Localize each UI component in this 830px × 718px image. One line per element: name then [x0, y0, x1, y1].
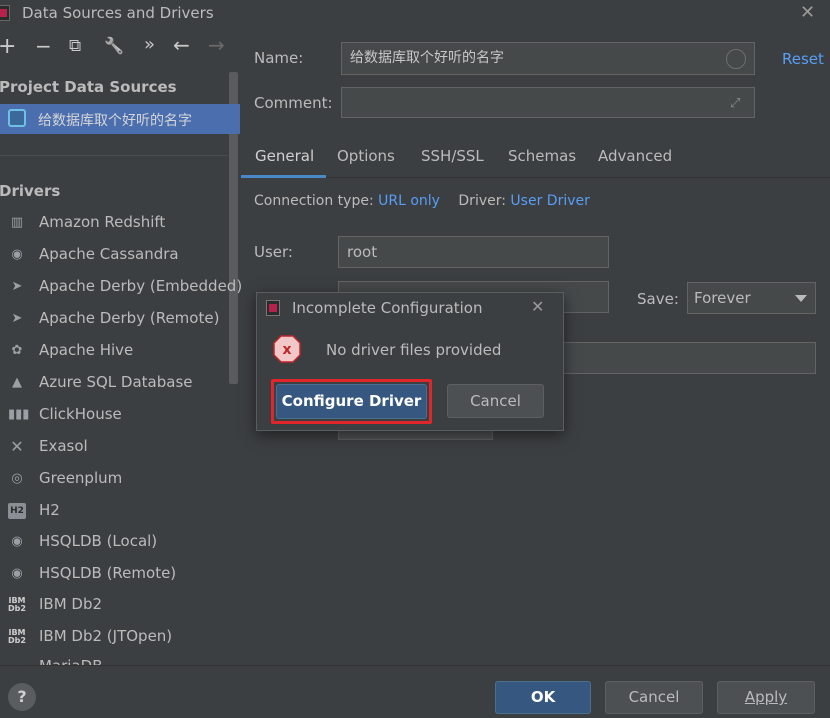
- name-label: Name:: [254, 49, 304, 67]
- driver-label: Apache Derby (Remote): [39, 309, 220, 327]
- driver-label: HSQLDB (Remote): [39, 564, 177, 582]
- driver-item[interactable]: ➤ Apache Derby (Remote): [0, 304, 240, 334]
- driver-item[interactable]: ✕ Exasol: [0, 432, 240, 462]
- driver-item[interactable]: IBM Db2 IBM Db2: [0, 590, 240, 620]
- project-data-source-label: 给数据库取个好听的名字: [38, 113, 192, 129]
- forward-arrow-icon[interactable]: →: [208, 33, 225, 57]
- ok-button[interactable]: OK: [495, 681, 591, 714]
- tab-ssh-ssl[interactable]: SSH/SSL: [421, 147, 484, 165]
- window-title: Data Sources and Drivers: [22, 4, 214, 22]
- driver-item[interactable]: ◉ Apache Cassandra: [0, 240, 240, 270]
- save-label: Save:: [637, 290, 679, 308]
- copy-icon[interactable]: ⧉: [69, 36, 81, 56]
- dialog-cancel-button[interactable]: Cancel: [447, 384, 544, 418]
- apply-button[interactable]: Apply: [717, 681, 815, 714]
- redshift-icon: ▥: [10, 215, 24, 230]
- driver-item[interactable]: ▮▮▮ ClickHouse: [0, 400, 240, 430]
- expand-icon[interactable]: ⤢: [730, 96, 740, 111]
- azure-icon: ▲: [12, 375, 22, 390]
- close-icon[interactable]: ✕: [531, 297, 544, 316]
- chevron-down-icon: [795, 295, 807, 302]
- derby-icon: ➤: [11, 279, 23, 294]
- hsqldb-icon: ◉: [11, 566, 23, 581]
- cassandra-icon: ◉: [11, 247, 23, 262]
- driver-item[interactable]: ◉ HSQLDB (Remote): [0, 559, 240, 589]
- db2-icon-text: Db2: [8, 636, 26, 645]
- driver-label: Azure SQL Database: [39, 373, 193, 391]
- close-window-icon[interactable]: ✕: [800, 2, 815, 23]
- driver-item[interactable]: H2 H2: [0, 496, 240, 526]
- driver-item[interactable]: ~MariaDB: [0, 652, 240, 665]
- user-field[interactable]: root: [338, 236, 609, 268]
- db2-icon: IBM Db2: [8, 597, 26, 613]
- help-icon[interactable]: ?: [8, 683, 36, 711]
- footer-cancel-button[interactable]: Cancel: [605, 681, 703, 714]
- driver-label: HSQLDB (Local): [39, 532, 158, 550]
- clickhouse-icon: ▮▮▮: [8, 407, 30, 422]
- hive-icon: ✿: [11, 343, 23, 358]
- dialog-title: Incomplete Configuration: [292, 299, 483, 317]
- exasol-icon: ✕: [10, 437, 24, 456]
- user-label: User:: [254, 243, 293, 261]
- driver-label: IBM Db2: [39, 595, 103, 613]
- wrench-icon[interactable]: 🔧: [104, 36, 124, 55]
- driver-item[interactable]: ➤ Apache Derby (Embedded): [0, 272, 243, 302]
- sidebar-divider: [0, 155, 228, 156]
- driver-item[interactable]: ◎ Greenplum: [0, 464, 240, 494]
- comment-field[interactable]: [341, 87, 755, 118]
- tab-general[interactable]: General: [255, 147, 314, 165]
- project-data-sources-header: Project Data Sources: [0, 78, 177, 96]
- h2-icon: H2: [8, 503, 26, 519]
- save-select-value: Forever: [694, 289, 751, 307]
- db2-icon-text: Db2: [8, 604, 26, 613]
- connection-type-label: Connection type:: [254, 193, 374, 209]
- driver-item[interactable]: ◉ HSQLDB (Local): [0, 527, 240, 557]
- derby-icon: ➤: [11, 311, 23, 326]
- connection-type-link[interactable]: URL only: [378, 193, 440, 209]
- driver-label: Apache Derby (Embedded): [39, 277, 243, 295]
- driver-item[interactable]: ▥ Amazon Redshift: [0, 208, 240, 238]
- more-icon[interactable]: »: [144, 34, 155, 55]
- save-select[interactable]: Forever: [687, 282, 816, 314]
- remove-icon[interactable]: −: [35, 34, 52, 58]
- driver-label: MariaDB: [39, 657, 103, 665]
- back-arrow-icon[interactable]: ←: [173, 33, 190, 57]
- tab-advanced[interactable]: Advanced: [598, 147, 672, 165]
- driver-item[interactable]: IBM Db2 IBM Db2 (JTOpen): [0, 622, 240, 652]
- add-icon[interactable]: +: [0, 34, 16, 59]
- dialog-message: No driver files provided: [326, 341, 502, 359]
- app-icon: [266, 300, 280, 316]
- app-icon: [0, 5, 10, 21]
- configure-driver-button[interactable]: Configure Driver: [276, 384, 427, 419]
- hsqldb-icon: ◉: [11, 534, 23, 549]
- driver-label: H2: [39, 501, 60, 519]
- driver-label: ClickHouse: [39, 405, 122, 423]
- name-field[interactable]: 给数据库取个好听的名字: [341, 42, 755, 75]
- driver-label: Amazon Redshift: [39, 213, 166, 231]
- tab-schemas[interactable]: Schemas: [508, 147, 576, 165]
- driver-link[interactable]: User Driver: [510, 193, 589, 209]
- driver-label: Exasol: [39, 437, 88, 455]
- color-circle-icon[interactable]: [726, 49, 746, 69]
- footer-bar: [0, 665, 830, 718]
- reset-link[interactable]: Reset: [782, 50, 824, 68]
- driver-item[interactable]: ▲ Azure SQL Database: [0, 368, 240, 398]
- connection-type-row: Connection type: URL only Driver: User D…: [254, 193, 590, 209]
- error-icon: x: [273, 335, 301, 363]
- driver-item[interactable]: ✿ Apache Hive: [0, 336, 240, 366]
- driver-label: Apache Hive: [39, 341, 134, 359]
- driver-label: Greenplum: [39, 469, 123, 487]
- comment-label: Comment:: [254, 94, 333, 112]
- active-tab-indicator: [241, 175, 326, 178]
- db2-icon: IBM Db2: [8, 629, 26, 645]
- drivers-header: Drivers: [0, 182, 61, 200]
- tab-options[interactable]: Options: [337, 147, 395, 165]
- datasource-icon: [8, 109, 26, 127]
- error-glyph: x: [282, 342, 291, 358]
- greenplum-icon: ◎: [11, 471, 23, 486]
- driver-label: Apache Cassandra: [39, 245, 179, 263]
- driver-label: IBM Db2 (JTOpen): [39, 627, 173, 645]
- driver-label: Driver:: [458, 193, 506, 209]
